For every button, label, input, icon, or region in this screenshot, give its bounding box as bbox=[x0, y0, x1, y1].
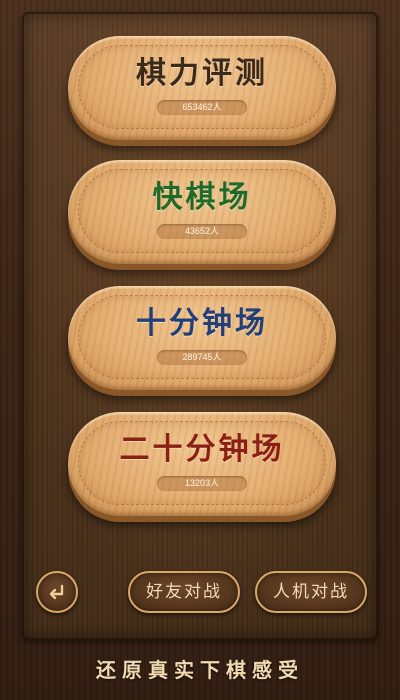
twenty-minute-game-button[interactable]: 二十分钟场 13203人 bbox=[68, 412, 336, 516]
ten-minute-game-button[interactable]: 十分钟场 289745人 bbox=[68, 286, 336, 390]
back-button[interactable] bbox=[36, 571, 78, 613]
mode-title: 十分钟场 bbox=[136, 306, 268, 341]
player-count: 43652人 bbox=[157, 224, 247, 239]
mode-title: 棋力评测 bbox=[136, 56, 268, 91]
rating-test-button[interactable]: 棋力评测 653462人 bbox=[68, 36, 336, 140]
return-arrow-icon bbox=[49, 584, 64, 600]
ai-battle-button[interactable]: 人机对战 bbox=[255, 571, 367, 613]
player-count: 289745人 bbox=[157, 350, 247, 365]
quick-game-button[interactable]: 快棋场 43652人 bbox=[68, 160, 336, 264]
mode-title: 快棋场 bbox=[152, 180, 252, 215]
friend-battle-button[interactable]: 好友对战 bbox=[128, 571, 240, 613]
slogan-text: 还原真实下棋感受 bbox=[96, 658, 304, 682]
player-count: 653462人 bbox=[157, 100, 247, 115]
mode-title: 二十分钟场 bbox=[119, 432, 285, 467]
player-count: 13203人 bbox=[157, 476, 247, 491]
